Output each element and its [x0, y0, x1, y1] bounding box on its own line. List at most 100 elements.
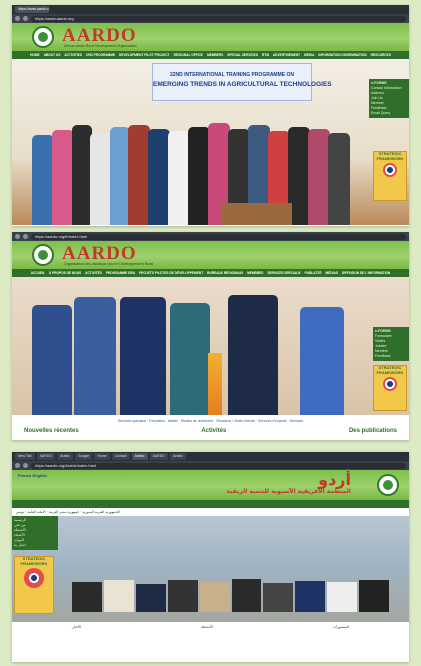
url-field[interactable]: https://aardo.org/fr/index.html	[31, 233, 406, 240]
browser-tab[interactable]: AARDO	[149, 453, 169, 460]
nav-item-activities[interactable]: ACTIVITIES	[64, 53, 82, 57]
site-header: AARDO Organisation Afro-Asiatique pour l…	[12, 241, 409, 269]
browser-address-bar: https://aardo.org/fr/index.html	[12, 232, 409, 241]
main-nav	[12, 500, 409, 508]
news-ticker: الجمهورية العربية السورية · جمهورية مصر …	[12, 508, 409, 516]
nav-item-pilot[interactable]: DEVELOPMENT PILOT PROJECT	[119, 53, 169, 57]
services-caption[interactable]: Services spéciaux · Formation · Atelier …	[12, 415, 409, 428]
browser-reload-icon[interactable]	[23, 234, 28, 239]
nav-item-members[interactable]: MEMBERS	[207, 53, 223, 57]
section-activities[interactable]: Activités	[201, 428, 226, 434]
eform-link[interactable]: Feedback	[375, 354, 407, 359]
eform-link[interactable]: Email Query	[371, 111, 407, 116]
main-nav: ACCUEIL À PROPOS DE NOUS ACTIVITÉS PROGR…	[12, 269, 409, 277]
browser-tab[interactable]: Arabic	[131, 453, 148, 460]
browser-tab[interactable]: https://www.aardo.org	[15, 6, 49, 13]
arabic-sidebar: الرئيسية من نحن الأنشطة الأعضاء الموارد …	[12, 516, 58, 550]
browser-tab[interactable]: Google	[74, 453, 93, 460]
nav-item[interactable]: ACTIVITÉS	[85, 271, 102, 275]
strategic-eye-icon	[24, 568, 44, 588]
nav-item[interactable]: DIFFUSION DE L'INFORMATION	[342, 271, 390, 275]
strategic-framework-card[interactable]: STRATEGIC FRAMEWORK	[373, 365, 407, 411]
browser-reload-icon[interactable]	[23, 463, 28, 468]
person	[72, 125, 92, 225]
person	[359, 580, 390, 612]
person	[32, 135, 54, 225]
nav-item[interactable]: MÉDIAS	[326, 271, 338, 275]
browser-address-bar: https://aardo.org/Arabic/index.html	[12, 461, 409, 470]
nav-item[interactable]: PROJETS PILOTES DE DÉVELOPPEMENT	[139, 271, 203, 275]
nav-item-regional[interactable]: REGIONAL OFFICE	[174, 53, 203, 57]
nav-item-resources[interactable]: RESOURCES	[371, 53, 391, 57]
strategic-eye-icon	[383, 163, 397, 177]
nav-item-home[interactable]: HOME	[30, 53, 40, 57]
browser-back-icon[interactable]	[15, 234, 20, 239]
lamp-garland	[208, 353, 222, 415]
browser-tab[interactable]: AARDO	[36, 453, 56, 460]
browser-tab[interactable]: Arabic	[170, 453, 186, 460]
person	[327, 582, 358, 612]
hero-photo: الرئيسية من نحن الأنشطة الأعضاء الموارد …	[12, 516, 409, 622]
browser-address-bar: https://www.aardo.org	[12, 14, 409, 23]
person	[295, 581, 326, 612]
browser-reload-icon[interactable]	[23, 16, 28, 21]
browser-tab[interactable]: Arabic	[57, 453, 73, 460]
nav-item-crd[interactable]: CRD PROGRAMME	[86, 53, 115, 57]
nav-item[interactable]: ACCUEIL	[31, 271, 45, 275]
person	[188, 127, 210, 225]
person	[231, 579, 262, 612]
person	[328, 133, 350, 225]
nav-item-special[interactable]: SPECIAL SERVICES	[227, 53, 258, 57]
nav-item[interactable]: BUREAUX RÉGIONAUX	[207, 271, 243, 275]
browser-back-icon[interactable]	[15, 16, 20, 21]
aardo-logo-icon[interactable]	[32, 244, 54, 266]
banner-line-1: 22ND INTERNATIONAL TRAINING PROGRAMME ON	[170, 72, 294, 78]
url-field[interactable]: https://aardo.org/Arabic/index.html	[31, 462, 406, 469]
person	[32, 305, 72, 415]
person	[120, 297, 166, 415]
strategic-label: STRATEGIC FRAMEWORK	[376, 151, 404, 161]
nav-item[interactable]: MEMBRES	[247, 271, 263, 275]
nav-item-ads[interactable]: ADVERTISEMENT	[273, 53, 300, 57]
screenshot-french-site: https://aardo.org/fr/index.html AARDO Or…	[12, 232, 409, 440]
person	[168, 131, 190, 225]
person	[308, 129, 330, 225]
banner-line-2: EMERGING TRENDS IN AGRICULTURAL TECHNOLO…	[153, 81, 332, 88]
nav-item[interactable]: SERVICES SPÉCIAUX	[267, 271, 300, 275]
person	[128, 125, 150, 225]
nav-item-about[interactable]: ABOUT US	[44, 53, 61, 57]
browser-tab-bar: https://www.aardo.org	[12, 5, 409, 14]
browser-tab[interactable]: Contact	[111, 453, 130, 460]
sidebar-link[interactable]: اتصل بنا	[14, 543, 56, 548]
strategic-framework-card[interactable]: STRATEGIC FRAMEWORK	[373, 151, 407, 201]
arabic-brand-title: أردو	[318, 470, 351, 489]
event-banner: 22ND INTERNATIONAL TRAINING PROGRAMME ON…	[152, 63, 332, 101]
nav-item[interactable]: PROGRAMME DRA	[106, 271, 135, 275]
screenshot-arabic-site: New Tab AARDO Arabic Google Home Contact…	[12, 452, 409, 662]
aardo-logo-icon[interactable]	[377, 474, 399, 496]
person	[199, 582, 230, 612]
nav-item[interactable]: PUBLICITÉ	[305, 271, 322, 275]
browser-tab[interactable]: Home	[94, 453, 110, 460]
browser-tab[interactable]: New Tab	[15, 453, 35, 460]
language-links[interactable]: French English	[18, 473, 47, 478]
footer-news[interactable]: الأخبار	[72, 625, 81, 629]
aardo-logo-icon[interactable]	[32, 26, 54, 48]
site-header: French English أردو المنظمة الأفريقية ال…	[12, 470, 409, 500]
person	[90, 133, 112, 225]
nav-item-media[interactable]: MEDIA	[304, 53, 314, 57]
url-field[interactable]: https://www.aardo.org	[31, 15, 406, 22]
strategic-framework-card[interactable]: STRATEGIC FRAMEWORK	[14, 556, 54, 614]
arabic-brand-subtitle: المنظمة الأفريقية الآسيوية للتنمية الريف…	[226, 488, 351, 495]
person	[72, 582, 102, 612]
nav-item-rtm[interactable]: RTM	[262, 53, 269, 57]
footer-publications[interactable]: المنشورات	[333, 625, 349, 629]
section-publications[interactable]: Des publications	[349, 428, 397, 434]
footer-activities[interactable]: الأنشطة	[201, 625, 213, 629]
browser-back-icon[interactable]	[15, 463, 20, 468]
strategic-eye-icon	[383, 377, 397, 391]
section-news[interactable]: Nouvelles récentes	[24, 428, 79, 434]
nav-item-info[interactable]: INFORMATION DISSEMINATION	[318, 53, 366, 57]
main-nav: HOME ABOUT US ACTIVITIES CRD PROGRAMME D…	[12, 51, 409, 59]
nav-item[interactable]: À PROPOS DE NOUS	[49, 271, 81, 275]
